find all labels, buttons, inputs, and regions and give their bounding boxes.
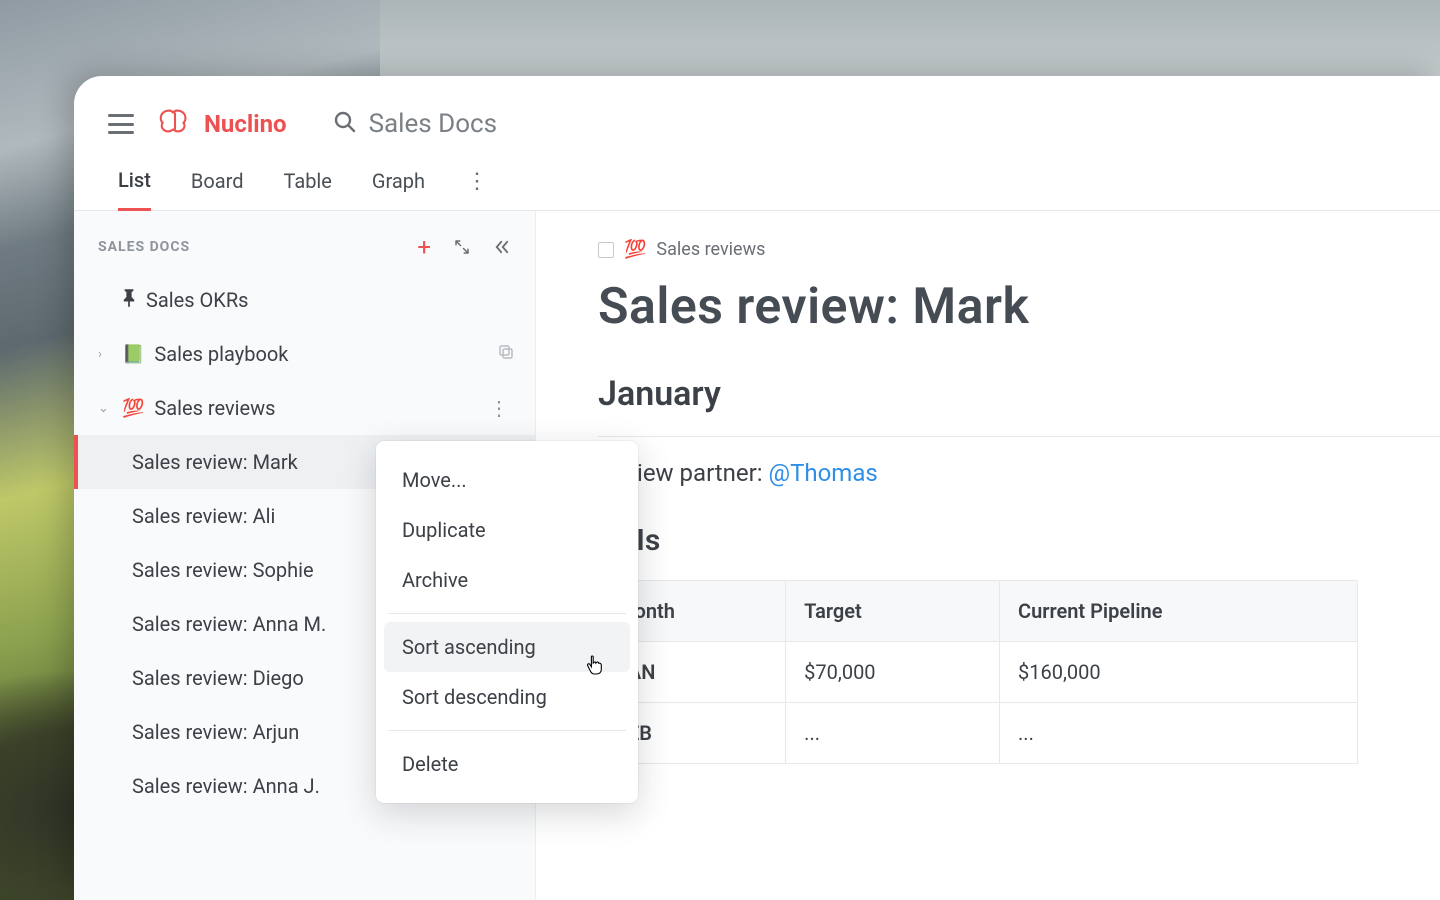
ctx-item-label: Sort ascending [402, 635, 536, 659]
ctx-sort-descending[interactable]: Sort descending [384, 672, 630, 722]
table-header-row: Month Target Current Pipeline [599, 581, 1358, 642]
search-icon [333, 110, 357, 138]
cell-pipeline: ... [1000, 703, 1358, 764]
ctx-archive[interactable]: Archive [384, 555, 630, 605]
ctx-delete[interactable]: Delete [384, 739, 630, 789]
cell-target: $70,000 [786, 642, 1000, 703]
kpi-table: Month Target Current Pipeline JAN $70,00… [598, 580, 1358, 764]
top-bar: Nuclino Sales Docs [74, 76, 1440, 150]
sidebar-item-label: Sales playbook [154, 342, 487, 366]
tab-board[interactable]: Board [191, 169, 244, 209]
tab-graph[interactable]: Graph [372, 169, 425, 209]
tab-list[interactable]: List [118, 168, 151, 211]
expand-icon[interactable] [453, 235, 471, 259]
breadcrumb-label: Sales reviews [656, 239, 765, 260]
sidebar-title: SALES DOCS [98, 239, 190, 255]
tabs-more-icon[interactable]: ⋮ [465, 169, 489, 210]
search-bar[interactable]: Sales Docs [333, 109, 497, 139]
divider [598, 436, 1440, 437]
brain-icon [156, 106, 194, 142]
hundred-icon: 💯 [122, 398, 144, 419]
chevron-right-icon: › [98, 347, 112, 362]
review-partner-line: Review partner: @Thomas [598, 459, 1440, 487]
page-title: Sales review: Mark [598, 278, 1440, 336]
breadcrumb-square-icon [598, 242, 614, 258]
ctx-move[interactable]: Move... [384, 455, 630, 505]
ctx-separator [388, 730, 626, 731]
tab-table[interactable]: Table [283, 169, 331, 209]
cell-pipeline: $160,000 [1000, 642, 1358, 703]
app-window: Nuclino Sales Docs List Board Table Grap… [74, 76, 1440, 900]
pin-icon [122, 288, 136, 312]
breadcrumb-emoji: 💯 [624, 239, 646, 260]
brand-name: Nuclino [204, 110, 287, 138]
ctx-duplicate[interactable]: Duplicate [384, 505, 630, 555]
user-mention[interactable]: @Thomas [769, 459, 878, 487]
app-logo[interactable]: Nuclino [156, 106, 287, 142]
breadcrumb[interactable]: 💯 Sales reviews [598, 239, 1440, 260]
book-icon: 📗 [122, 344, 144, 365]
add-item-icon[interactable]: + [417, 235, 431, 259]
table-row[interactable]: JAN $70,000 $160,000 [599, 642, 1358, 703]
section-heading-kpis: KPIs [598, 523, 1440, 558]
view-tabs: List Board Table Graph ⋮ [74, 150, 1440, 211]
sidebar-item-okrs[interactable]: Sales OKRs [74, 273, 535, 327]
collapse-sidebar-icon[interactable] [493, 235, 511, 259]
sidebar-item-label: Sales reviews [154, 396, 473, 420]
item-menu-icon[interactable]: ⋮ [483, 396, 515, 420]
main-split: SALES DOCS + Sales OK [74, 211, 1440, 900]
sidebar-header: SALES DOCS + [74, 219, 535, 267]
sidebar-item-playbook[interactable]: › 📗 Sales playbook [74, 327, 535, 381]
sidebar-actions: + [417, 235, 511, 259]
copy-icon[interactable] [497, 342, 515, 366]
sidebar-item-label: Sales OKRs [146, 288, 515, 312]
table-row[interactable]: FEB ... ... [599, 703, 1358, 764]
ctx-sort-ascending[interactable]: Sort ascending [384, 622, 630, 672]
context-menu: Move... Duplicate Archive Sort ascending… [376, 441, 638, 803]
menu-icon[interactable] [108, 114, 134, 134]
cell-target: ... [786, 703, 1000, 764]
sidebar-item-reviews[interactable]: ⌄ 💯 Sales reviews ⋮ [74, 381, 535, 435]
content-area: 💯 Sales reviews Sales review: Mark Janua… [536, 211, 1440, 900]
search-text: Sales Docs [369, 109, 497, 139]
ctx-separator [388, 613, 626, 614]
sidebar: SALES DOCS + Sales OK [74, 211, 536, 900]
chevron-down-icon: ⌄ [98, 401, 112, 416]
section-heading-january: January [598, 374, 1440, 414]
col-target: Target [786, 581, 1000, 642]
col-pipeline: Current Pipeline [1000, 581, 1358, 642]
